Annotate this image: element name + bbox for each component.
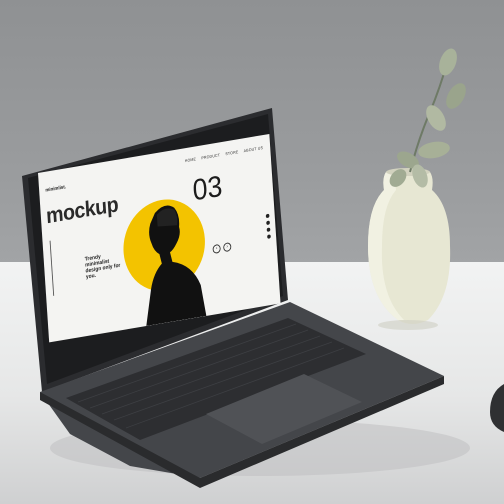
tagline: Trendy minimalist design only for you.	[84, 254, 121, 281]
top-nav: HOME PRODUCT STORE ABOUT US	[185, 145, 264, 163]
person-portrait-icon	[146, 205, 207, 327]
body-text	[52, 302, 87, 308]
laptop-screen: minimlist. HOME PRODUCT STORE ABOUT US m…	[38, 133, 281, 343]
prev-arrow-icon[interactable]: ‹	[212, 243, 221, 255]
headline: mockup	[45, 191, 119, 229]
social-icon[interactable]	[267, 234, 271, 239]
social-icon[interactable]	[266, 220, 270, 226]
nav-item-product[interactable]: PRODUCT	[201, 152, 220, 160]
brand-logo: minimlist.	[45, 184, 67, 194]
social-icons	[265, 213, 271, 239]
nav-item-about[interactable]: ABOUT US	[244, 145, 264, 153]
slide-number: 03	[191, 169, 224, 208]
nav-item-store[interactable]: STORE	[225, 149, 238, 156]
divider-line	[49, 240, 55, 296]
slide-arrows: ‹ ›	[212, 242, 232, 255]
social-icon[interactable]	[266, 227, 271, 232]
nav-item-home[interactable]: HOME	[185, 156, 197, 163]
next-arrow-icon[interactable]: ›	[222, 242, 232, 253]
social-icon[interactable]	[265, 213, 270, 219]
